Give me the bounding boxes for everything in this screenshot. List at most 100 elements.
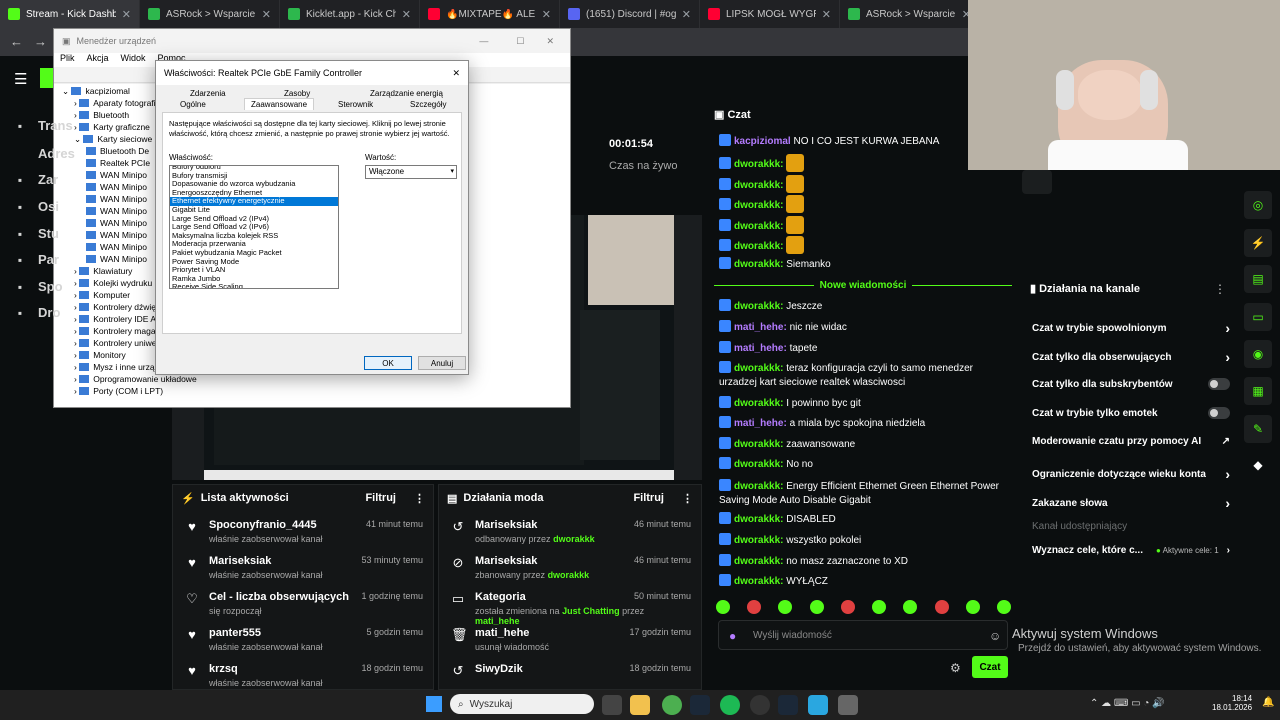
- emote-icon[interactable]: [872, 600, 887, 614]
- kick-logo[interactable]: [40, 68, 54, 88]
- device-tree-node[interactable]: › Porty (COM i LPT): [74, 386, 163, 396]
- microphone-icon[interactable]: ●: [729, 629, 736, 643]
- property-option[interactable]: Bufory transmisji: [170, 172, 338, 181]
- menu-icon[interactable]: ☰: [14, 70, 27, 88]
- broadcast-icon[interactable]: ◉: [1244, 340, 1272, 368]
- browser-tab[interactable]: LIPSK MÓGŁ WYGRAĆ, A ✕: [700, 0, 840, 28]
- start-icon[interactable]: [426, 696, 442, 712]
- chat-username[interactable]: dworakkk:: [734, 363, 783, 374]
- property-option[interactable]: Power Saving Mode: [170, 258, 338, 267]
- browser-tab[interactable]: 🔥MIXTAPE🔥 ALE TO ✕: [420, 0, 560, 28]
- device-tree-node[interactable]: WAN Minipo: [86, 182, 147, 192]
- kick-nav-item[interactable]: ▪ Osi: [12, 199, 59, 214]
- activity-filter-button[interactable]: Filtruj: [365, 492, 396, 504]
- chat-username[interactable]: dworakkk:: [734, 180, 783, 191]
- emote-icon[interactable]: [965, 600, 980, 614]
- dialog-tab[interactable]: Zarządzanie energią: [370, 89, 443, 98]
- mod-filter-button[interactable]: Filtruj: [633, 492, 664, 504]
- tab-close-icon[interactable]: ✕: [822, 8, 831, 21]
- chat-username[interactable]: dworakkk:: [734, 535, 783, 546]
- dialog-tab[interactable]: Zasoby: [284, 89, 310, 98]
- chat-username[interactable]: dworakkk:: [734, 301, 783, 312]
- emote-icon[interactable]: [716, 600, 730, 614]
- mod-name[interactable]: Mariseksiak: [475, 555, 589, 567]
- property-option[interactable]: Priorytet i VLAN: [170, 266, 338, 275]
- chat-icon[interactable]: ▭: [1244, 303, 1272, 331]
- device-tree-node[interactable]: › Mysz i inne urządz: [74, 362, 164, 372]
- activity-name[interactable]: krzsq: [209, 663, 323, 675]
- emote-icon[interactable]: [840, 600, 855, 614]
- device-tree-node[interactable]: › Monitory: [74, 350, 126, 360]
- browser-tab[interactable]: Kicklet.app - Kick Chatbot ✕: [280, 0, 420, 28]
- channel-setting-row[interactable]: Ograniczenie dotyczące wieku konta ›: [1032, 466, 1230, 482]
- back-icon[interactable]: ←: [10, 34, 23, 49]
- explorer-icon[interactable]: [630, 695, 650, 715]
- property-option[interactable]: Ramka Jumbo: [170, 275, 338, 284]
- app-icon[interactable]: [808, 695, 828, 715]
- dialog-tab[interactable]: Ogólne: [180, 100, 206, 109]
- kick-nav-item[interactable]: ▪ Dro: [12, 305, 61, 320]
- notifications-icon[interactable]: 🔔: [1262, 697, 1274, 708]
- device-tree-node[interactable]: › Karty graficzne: [74, 122, 150, 132]
- tray-icons[interactable]: ⌃ ☁ ⌨ ▭ ◔ 🔊: [1090, 698, 1165, 709]
- wrench-icon[interactable]: ✎: [1244, 415, 1272, 443]
- emote-icon[interactable]: [934, 600, 949, 614]
- property-option[interactable]: Dopasowanie do wzorca wybudzania: [170, 180, 338, 189]
- device-tree-node[interactable]: › Kontrolery IDE AT: [74, 314, 161, 324]
- tab-close-icon[interactable]: ✕: [262, 8, 271, 21]
- chat-username[interactable]: dworakkk:: [734, 200, 783, 211]
- property-option[interactable]: Large Send Offload v2 (IPv6): [170, 223, 338, 232]
- obs-icon[interactable]: [750, 695, 770, 715]
- notes-icon[interactable]: ▤: [1244, 265, 1272, 293]
- dialog-tab[interactable]: Zaawansowane: [244, 98, 315, 110]
- dm-menu-item[interactable]: Plik: [60, 53, 75, 67]
- property-option[interactable]: Pakiet wybudzania Magic Packet: [170, 249, 338, 258]
- dialog-tab[interactable]: Zdarzenia: [190, 89, 226, 98]
- steam-icon[interactable]: [690, 695, 710, 715]
- device-tree-node[interactable]: WAN Minipo: [86, 254, 147, 264]
- kick-nav-item[interactable]: ▪ Spo: [12, 279, 63, 294]
- mod-name[interactable]: mati_hehe: [475, 627, 549, 639]
- kick-nav-item[interactable]: Adres: [12, 146, 75, 161]
- channel-setting-row[interactable]: Moderowanie czatu przy pomocy AI ↗: [1032, 436, 1230, 447]
- chat-username[interactable]: dworakkk:: [734, 439, 783, 450]
- device-tree-node[interactable]: WAN Minipo: [86, 230, 147, 240]
- property-option[interactable]: Large Send Offload v2 (IPv4): [170, 215, 338, 224]
- device-tree-node[interactable]: › Klawiatury: [74, 266, 132, 276]
- devmgr-taskbar-icon[interactable]: [838, 695, 858, 715]
- device-tree-node[interactable]: Realtek PCIe: [86, 158, 150, 168]
- property-option[interactable]: Bufory odbioru: [170, 166, 338, 172]
- emote-icon[interactable]: [996, 600, 1011, 614]
- property-option[interactable]: Gigabit Lite: [170, 206, 338, 215]
- browser-tab[interactable]: Stream - Kick Dashboard ✕: [0, 0, 140, 28]
- device-tree-node[interactable]: › Kontrolery maga: [74, 326, 156, 336]
- tab-close-icon[interactable]: ✕: [542, 8, 551, 21]
- chat-username[interactable]: dworakkk:: [734, 514, 783, 525]
- device-tree-node[interactable]: › Komputer: [74, 290, 130, 300]
- channel-setting-row[interactable]: Zakazane słowa ›: [1032, 495, 1230, 511]
- activity-name[interactable]: Mariseksiak: [209, 555, 323, 567]
- kick-nav-item[interactable]: ▪ Stu: [12, 226, 59, 241]
- activity-more-icon[interactable]: ⋮: [414, 492, 425, 505]
- device-tree-node[interactable]: WAN Minipo: [86, 194, 147, 204]
- browser-tab[interactable]: ASRock > Wsparcie ✕: [140, 0, 280, 28]
- chat-username[interactable]: dworakkk:: [734, 576, 783, 587]
- cancel-button[interactable]: Anuluj: [418, 356, 466, 370]
- property-option[interactable]: Ethernet efektywny energetycznie: [170, 197, 338, 206]
- browser-tab[interactable]: ASRock > Wsparcie ✕: [840, 0, 980, 28]
- device-tree-node[interactable]: ⌄ kacpiziomal: [62, 86, 130, 97]
- activity-name[interactable]: panter555: [209, 627, 323, 639]
- device-tree-node[interactable]: › Kontrolery uniwe: [74, 338, 157, 348]
- property-listbox[interactable]: Bufory odbioru Bufory transmisji Dopasowan…: [169, 165, 339, 289]
- dialog-tab[interactable]: Szczegóły: [410, 100, 446, 109]
- channel-setting-row[interactable]: Czat w trybie spowolnionym ›: [1032, 320, 1230, 336]
- emote-icon[interactable]: [903, 600, 918, 614]
- chat-username[interactable]: dworakkk:: [734, 398, 783, 409]
- property-option[interactable]: Receive Side Scaling: [170, 283, 338, 288]
- chrome-icon[interactable]: [662, 695, 682, 715]
- device-tree-node[interactable]: › Kolejki wydruku: [74, 278, 152, 288]
- device-tree-node[interactable]: WAN Minipo: [86, 218, 147, 228]
- toggle-switch[interactable]: [1208, 407, 1230, 419]
- tab-close-icon[interactable]: ✕: [122, 8, 131, 21]
- forward-icon[interactable]: →: [34, 34, 47, 49]
